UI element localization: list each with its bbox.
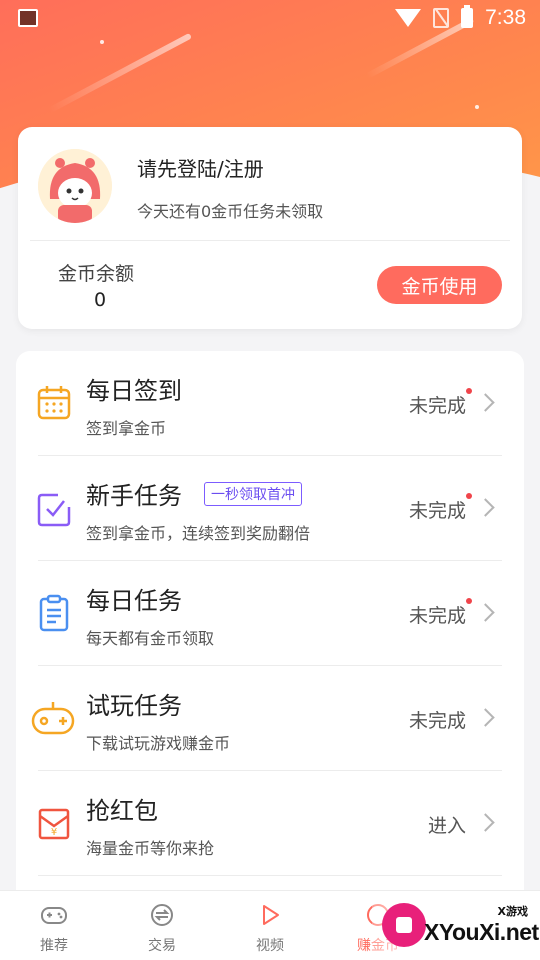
task-desc: 签到拿金币，连续签到奖励翻倍 <box>86 524 311 543</box>
decor-dot <box>475 105 479 109</box>
task-status: 进入 <box>427 815 466 837</box>
gamepad-icon <box>31 702 75 735</box>
cat-avatar-icon <box>38 149 112 223</box>
gamepad-icon <box>41 907 67 924</box>
tab-label: 交易 <box>148 938 176 954</box>
task-desc: 签到拿金币 <box>86 419 167 438</box>
chevron-right-icon <box>476 393 495 412</box>
balance-label: 金币余额 <box>58 263 135 285</box>
first-recharge-tag: 一秒领取首冲 <box>204 482 302 506</box>
battery-charging-icon <box>461 5 474 28</box>
gamepad-logo-icon <box>382 903 426 947</box>
task-title: 每日任务 <box>86 587 182 615</box>
red-dot-badge <box>466 388 472 394</box>
task-row-newbie[interactable]: 新手任务 一秒领取首冲 签到拿金币，连续签到奖励翻倍 未完成 <box>16 456 524 561</box>
tab-recommend[interactable]: 推荐 <box>0 891 108 960</box>
gallery-icon <box>18 9 38 27</box>
clipboard-icon <box>39 594 69 632</box>
task-row-trial-play[interactable]: 试玩任务 下载试玩游戏赚金币 未完成 <box>16 666 524 771</box>
tab-video[interactable]: 视频 <box>216 891 324 960</box>
task-status: 未完成 <box>408 395 466 417</box>
task-list: 每日签到 签到拿金币 未完成 新手任务 一秒领取首冲 签到拿金币，连续签到奖励翻… <box>16 351 524 911</box>
tab-trade[interactable]: 交易 <box>108 891 216 960</box>
task-title: 每日签到 <box>86 377 182 405</box>
chevron-right-icon <box>476 708 495 727</box>
divider <box>38 875 502 876</box>
site-watermark: X游戏 XYouXi.net <box>372 893 540 960</box>
watermark-text: XYouXi.net <box>424 919 539 945</box>
wifi-icon <box>395 9 422 27</box>
decor-dot <box>100 40 104 44</box>
task-row-red-packet[interactable]: ¥ 抢红包 海量金币等你来抢 进入 <box>16 771 524 876</box>
tab-label: 推荐 <box>40 938 68 954</box>
svg-text:¥: ¥ <box>51 827 57 838</box>
task-desc: 海量金币等你来抢 <box>86 839 215 858</box>
task-status: 未完成 <box>408 605 466 627</box>
red-envelope-icon: ¥ <box>38 808 70 840</box>
task-status: 未完成 <box>408 710 466 732</box>
task-title: 抢红包 <box>86 797 158 825</box>
checkbox-icon <box>37 493 71 527</box>
task-desc: 下载试玩游戏赚金币 <box>86 734 231 753</box>
red-dot-badge <box>466 493 472 499</box>
chevron-right-icon <box>476 498 495 517</box>
play-icon <box>263 905 279 925</box>
avatar[interactable] <box>38 149 112 223</box>
exchange-icon <box>151 904 173 926</box>
chevron-right-icon <box>476 603 495 622</box>
status-bar: 7:38 <box>0 0 540 36</box>
pending-coin-tasks-text: 今天还有0金币任务未领取 <box>137 202 324 221</box>
task-title: 新手任务 <box>86 482 182 510</box>
task-row-daily-tasks[interactable]: 每日任务 每天都有金币领取 未完成 <box>16 561 524 666</box>
task-title: 试玩任务 <box>86 692 182 720</box>
decor-streak <box>47 32 193 114</box>
calendar-icon <box>37 386 71 420</box>
red-dot-badge <box>466 598 472 604</box>
no-sim-icon <box>433 8 450 28</box>
task-status: 未完成 <box>408 500 466 522</box>
divider <box>30 240 510 241</box>
balance-value: 0 <box>94 289 107 311</box>
tab-label: 视频 <box>256 938 284 954</box>
login-register-link[interactable]: 请先登陆/注册 <box>137 153 264 182</box>
task-desc: 每天都有金币领取 <box>86 629 215 648</box>
status-time: 7:38 <box>485 6 526 29</box>
watermark-small-text: X游戏 <box>497 905 528 918</box>
profile-card: 请先登陆/注册 今天还有0金币任务未领取 金币余额 0 金币使用 <box>18 127 522 329</box>
chevron-right-icon <box>476 813 495 832</box>
use-coins-button[interactable]: 金币使用 <box>377 266 502 304</box>
task-row-daily-checkin[interactable]: 每日签到 签到拿金币 未完成 <box>16 351 524 456</box>
